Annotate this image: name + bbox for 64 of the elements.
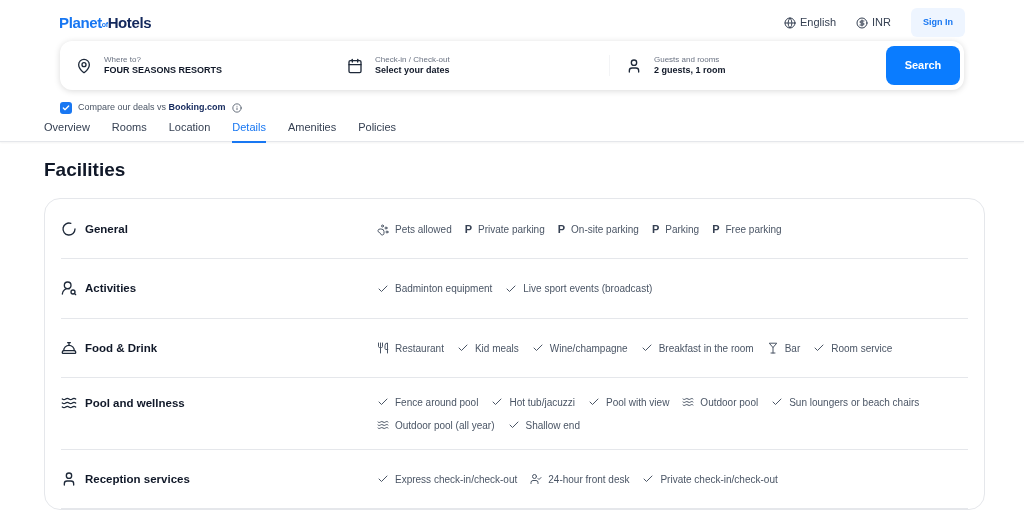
language-selector[interactable]: English	[799, 14, 837, 31]
field-value[interactable]: FOUR SEASONS RESORTS	[104, 64, 222, 77]
parking-icon: P	[557, 224, 566, 236]
facility-item: Pool with view	[606, 395, 670, 410]
facility-item: Free parking	[725, 223, 782, 238]
person-search-icon	[61, 280, 77, 297]
facility-item: Restaurant	[395, 341, 444, 356]
facility-category: Food & Drink	[85, 340, 158, 356]
facility-item: Express check-in/check-out	[395, 472, 518, 487]
field-label: Guests and rooms	[654, 54, 721, 65]
section-tab[interactable]: Details	[232, 118, 266, 143]
facility-item: Badminton equipment	[395, 282, 493, 297]
field-label: Check-in / Check-out	[375, 54, 450, 65]
currency-selector[interactable]: INR	[872, 14, 891, 31]
facility-item: Private parking	[478, 223, 545, 238]
cocktail-glass-icon	[766, 342, 779, 355]
facility-item: 24-hour front desk	[548, 472, 630, 487]
cutlery-icon	[377, 342, 389, 355]
facility-category: General	[85, 222, 128, 237]
facility-item: Fence around pool	[395, 395, 479, 410]
info-icon	[231, 102, 242, 113]
compare-text: Compare our deals vs Booking.com	[78, 101, 226, 114]
facility-category: Reception services	[85, 471, 190, 487]
search-button[interactable]: Search	[886, 46, 960, 85]
facility-item: Breakfast in the room	[658, 341, 754, 356]
section-tab[interactable]: Location	[168, 118, 211, 141]
facility-item: Outdoor pool	[700, 395, 759, 410]
facility-item: Outdoor pool (all year)	[395, 418, 495, 433]
section-tab[interactable]: Policies	[358, 118, 397, 141]
facility-category: Activities	[85, 281, 137, 297]
facility-item: Pets allowed	[395, 223, 452, 238]
section-tab[interactable]: Rooms	[111, 118, 147, 141]
section-tab[interactable]: Amenities	[287, 118, 337, 141]
location-pin-icon	[76, 57, 92, 74]
field-label: Where to?	[104, 54, 142, 65]
facility-item: Private check-in/check-out	[660, 472, 778, 487]
parking-icon: P	[651, 224, 660, 236]
sign-in-button[interactable]: Sign In	[911, 7, 965, 38]
facility-item: Wine/champagne	[549, 341, 628, 356]
paw-icon	[377, 223, 389, 236]
facility-item: Bar	[784, 341, 801, 356]
calendar-icon	[347, 57, 363, 74]
field-value[interactable]: 2 guests, 1 room	[654, 64, 726, 77]
facility-item: Room service	[831, 341, 893, 356]
facility-item: Live sport events (broadcast)	[523, 282, 653, 297]
currency-icon	[856, 16, 869, 29]
parking-icon: P	[464, 224, 473, 236]
facility-item: Sun loungers or beach chairs	[789, 395, 920, 410]
globe-icon	[783, 16, 796, 29]
facility-item: Shallow end	[525, 418, 580, 433]
facilities-heading: Facilities	[44, 157, 127, 182]
facility-item: Hot tub/jacuzzi	[509, 395, 575, 410]
person-icon	[61, 470, 77, 487]
person-icon	[626, 57, 642, 74]
person-check-icon	[530, 473, 543, 486]
facility-category: Pool and wellness	[85, 395, 185, 411]
facility-item: Parking	[665, 223, 700, 238]
facility-item: Kid meals	[474, 341, 519, 356]
service-bell-icon	[61, 339, 77, 356]
parking-icon: P	[712, 224, 720, 236]
field-value[interactable]: Select your dates	[375, 64, 450, 77]
section-tab[interactable]: Overview	[44, 118, 90, 141]
compare-checkbox[interactable]	[60, 101, 72, 114]
facility-item: On-site parking	[571, 223, 639, 238]
